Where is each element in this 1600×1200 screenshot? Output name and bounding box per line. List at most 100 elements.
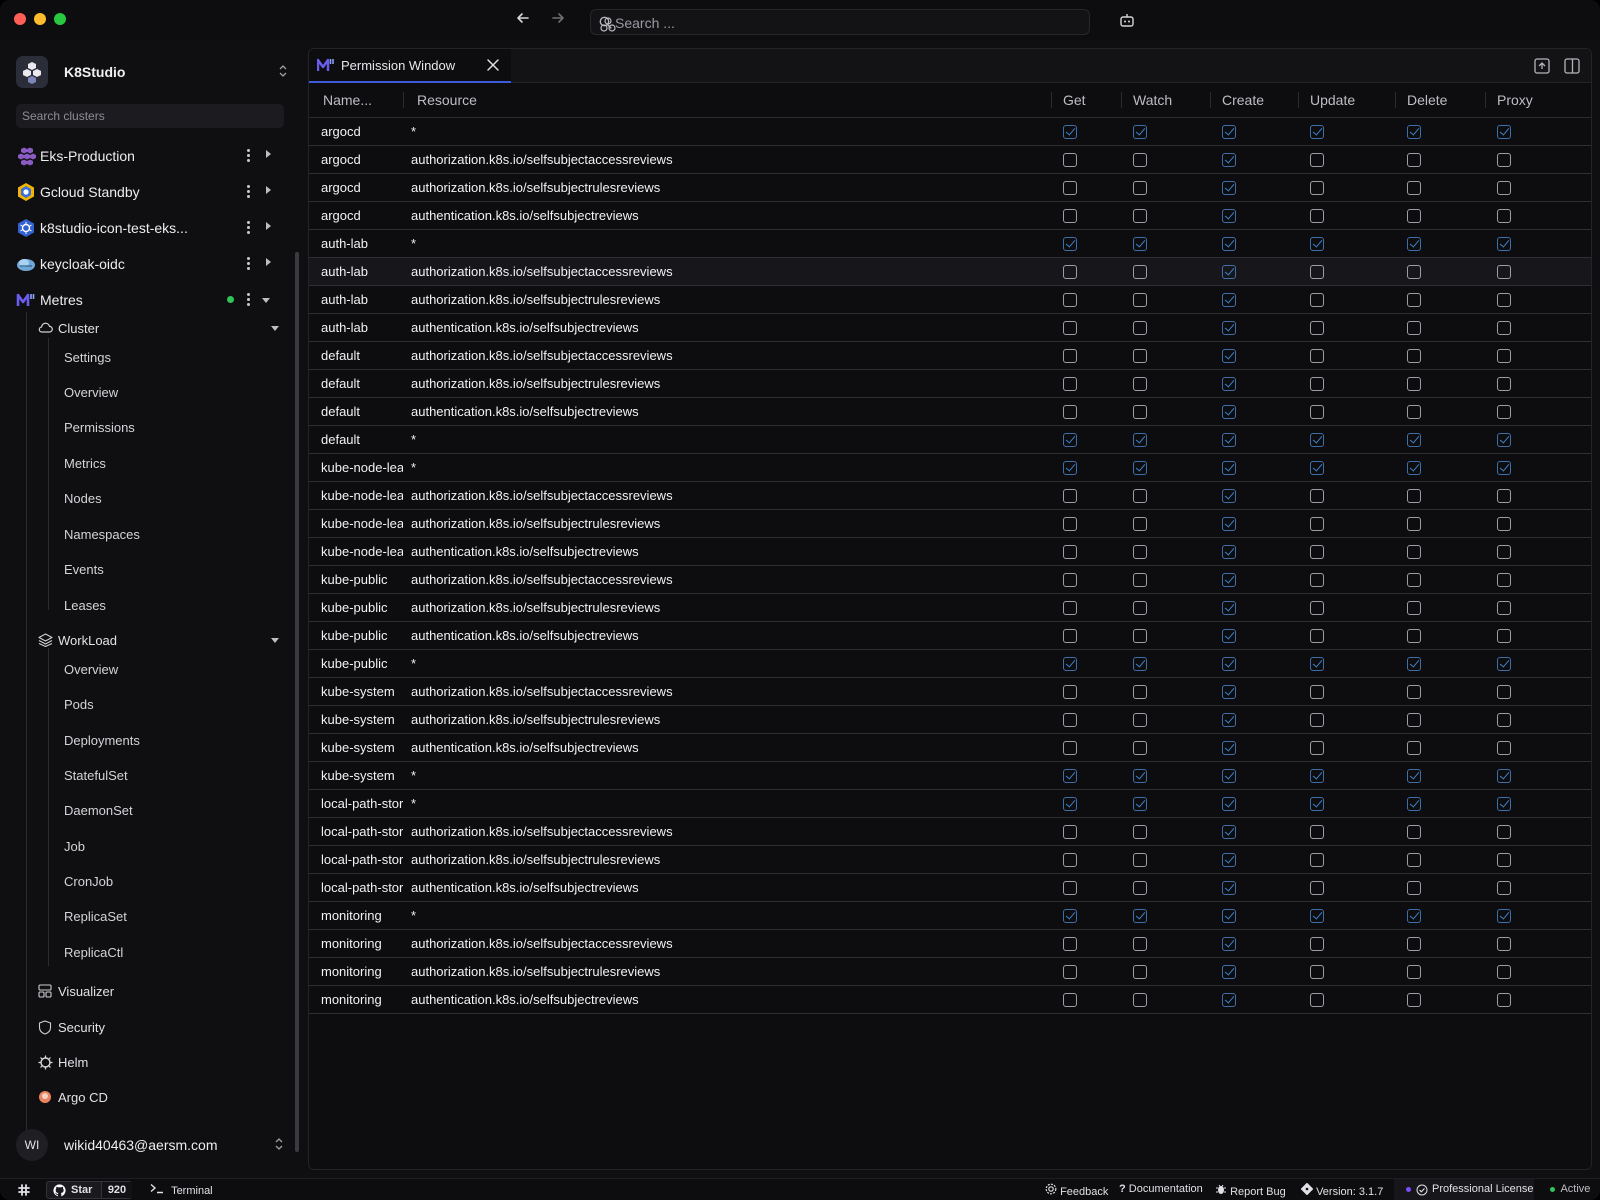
- delete-checkbox[interactable]: [1407, 600, 1421, 615]
- watch-checkbox[interactable]: [1133, 936, 1147, 951]
- create-checkbox[interactable]: [1222, 348, 1236, 363]
- proxy-checkbox[interactable]: [1497, 264, 1511, 279]
- delete-checkbox[interactable]: [1407, 572, 1421, 587]
- delete-checkbox[interactable]: [1407, 880, 1421, 895]
- watch-checkbox[interactable]: [1133, 180, 1147, 195]
- get-checkbox[interactable]: [1063, 180, 1077, 195]
- delete-checkbox[interactable]: [1407, 740, 1421, 755]
- create-checkbox[interactable]: [1222, 404, 1236, 419]
- update-checkbox[interactable]: [1310, 264, 1324, 279]
- watch-checkbox[interactable]: [1133, 544, 1147, 559]
- get-checkbox[interactable]: [1063, 376, 1077, 391]
- watch-checkbox[interactable]: [1133, 320, 1147, 335]
- table-row[interactable]: argocd authorization.k8s.io/selfsubjectru…: [309, 173, 1591, 202]
- get-checkbox[interactable]: [1063, 824, 1077, 839]
- get-checkbox[interactable]: [1063, 124, 1077, 139]
- create-checkbox[interactable]: [1222, 852, 1236, 867]
- delete-checkbox[interactable]: [1407, 264, 1421, 279]
- watch-checkbox[interactable]: [1133, 516, 1147, 531]
- nav-visualizer[interactable]: Visualizer: [38, 981, 284, 1003]
- nav-cluster-nodes[interactable]: Nodes: [64, 491, 102, 506]
- table-row[interactable]: default *: [309, 425, 1591, 454]
- proxy-checkbox[interactable]: [1497, 208, 1511, 223]
- watch-checkbox[interactable]: [1133, 852, 1147, 867]
- get-checkbox[interactable]: [1063, 852, 1077, 867]
- proxy-checkbox[interactable]: [1497, 432, 1511, 447]
- license-badge[interactable]: Professional License: [1394, 1179, 1534, 1200]
- user-menu[interactable]: WI wikid40463@aersm.com: [16, 1129, 284, 1161]
- delete-checkbox[interactable]: [1407, 768, 1421, 783]
- delete-checkbox[interactable]: [1407, 852, 1421, 867]
- proxy-checkbox[interactable]: [1497, 320, 1511, 335]
- update-checkbox[interactable]: [1310, 460, 1324, 475]
- update-checkbox[interactable]: [1310, 684, 1324, 699]
- table-row[interactable]: default authorization.k8s.io/selfsubjecta…: [309, 341, 1591, 370]
- get-checkbox[interactable]: [1063, 656, 1077, 671]
- create-checkbox[interactable]: [1222, 880, 1236, 895]
- version-info[interactable]: Version: 3.1.7: [1300, 1182, 1383, 1198]
- delete-checkbox[interactable]: [1407, 124, 1421, 139]
- get-checkbox[interactable]: [1063, 628, 1077, 643]
- column-header-update[interactable]: Update: [1298, 83, 1395, 118]
- table-row[interactable]: kube-public authentication.k8s.io/selfsub…: [309, 621, 1591, 650]
- get-checkbox[interactable]: [1063, 908, 1077, 923]
- table-row[interactable]: local-path-storageauthentication.k8s.io/…: [309, 873, 1591, 902]
- ai-icon[interactable]: [599, 16, 617, 34]
- nav-workload-statefulset[interactable]: StatefulSet: [64, 768, 128, 783]
- table-row[interactable]: kube-node-leaseauthorization.k8s.io/self…: [309, 481, 1591, 510]
- column-header-resource[interactable]: Resource: [403, 83, 1051, 118]
- delete-checkbox[interactable]: [1407, 684, 1421, 699]
- update-checkbox[interactable]: [1310, 824, 1324, 839]
- update-checkbox[interactable]: [1310, 572, 1324, 587]
- create-checkbox[interactable]: [1222, 124, 1236, 139]
- minimize-window-button[interactable]: [34, 13, 46, 25]
- update-checkbox[interactable]: [1310, 600, 1324, 615]
- update-checkbox[interactable]: [1310, 628, 1324, 643]
- table-row[interactable]: auth-lab authorization.k8s.io/selfsubject…: [309, 257, 1591, 286]
- table-row[interactable]: argocd authentication.k8s.io/selfsubjectr…: [309, 201, 1591, 230]
- delete-checkbox[interactable]: [1407, 292, 1421, 307]
- delete-checkbox[interactable]: [1407, 152, 1421, 167]
- delete-checkbox[interactable]: [1407, 628, 1421, 643]
- column-header-delete[interactable]: Delete: [1395, 83, 1485, 118]
- proxy-checkbox[interactable]: [1497, 964, 1511, 979]
- create-checkbox[interactable]: [1222, 320, 1236, 335]
- table-row[interactable]: local-path-storageauthorization.k8s.io/s…: [309, 817, 1591, 846]
- watch-checkbox[interactable]: [1133, 488, 1147, 503]
- cluster-search-input[interactable]: [16, 104, 284, 128]
- proxy-checkbox[interactable]: [1497, 180, 1511, 195]
- caret-right-icon[interactable]: [266, 150, 271, 158]
- create-checkbox[interactable]: [1222, 964, 1236, 979]
- delete-checkbox[interactable]: [1407, 908, 1421, 923]
- create-checkbox[interactable]: [1222, 292, 1236, 307]
- delete-checkbox[interactable]: [1407, 236, 1421, 251]
- proxy-checkbox[interactable]: [1497, 880, 1511, 895]
- create-checkbox[interactable]: [1222, 992, 1236, 1007]
- watch-checkbox[interactable]: [1133, 880, 1147, 895]
- watch-checkbox[interactable]: [1133, 208, 1147, 223]
- close-icon[interactable]: [485, 57, 501, 73]
- get-checkbox[interactable]: [1063, 236, 1077, 251]
- nav-workload-replicactl[interactable]: ReplicaCtl: [64, 945, 123, 960]
- brand-switcher[interactable]: K8Studio: [16, 56, 288, 90]
- get-checkbox[interactable]: [1063, 796, 1077, 811]
- get-checkbox[interactable]: [1063, 432, 1077, 447]
- create-checkbox[interactable]: [1222, 264, 1236, 279]
- more-vertical-icon[interactable]: [245, 148, 251, 164]
- delete-checkbox[interactable]: [1407, 516, 1421, 531]
- delete-checkbox[interactable]: [1407, 376, 1421, 391]
- watch-checkbox[interactable]: [1133, 908, 1147, 923]
- nav-cluster-metrics[interactable]: Metrics: [64, 456, 106, 471]
- proxy-checkbox[interactable]: [1497, 936, 1511, 951]
- terminal-button[interactable]: Terminal: [150, 1183, 213, 1197]
- delete-checkbox[interactable]: [1407, 824, 1421, 839]
- table-row[interactable]: argocd authorization.k8s.io/selfsubjectac…: [309, 145, 1591, 174]
- update-checkbox[interactable]: [1310, 516, 1324, 531]
- create-checkbox[interactable]: [1222, 516, 1236, 531]
- table-row[interactable]: kube-node-lease*: [309, 453, 1591, 482]
- create-checkbox[interactable]: [1222, 824, 1236, 839]
- delete-checkbox[interactable]: [1407, 404, 1421, 419]
- watch-checkbox[interactable]: [1133, 824, 1147, 839]
- proxy-checkbox[interactable]: [1497, 684, 1511, 699]
- cluster-item-gcloud-standby[interactable]: Gcloud Standby: [16, 180, 284, 204]
